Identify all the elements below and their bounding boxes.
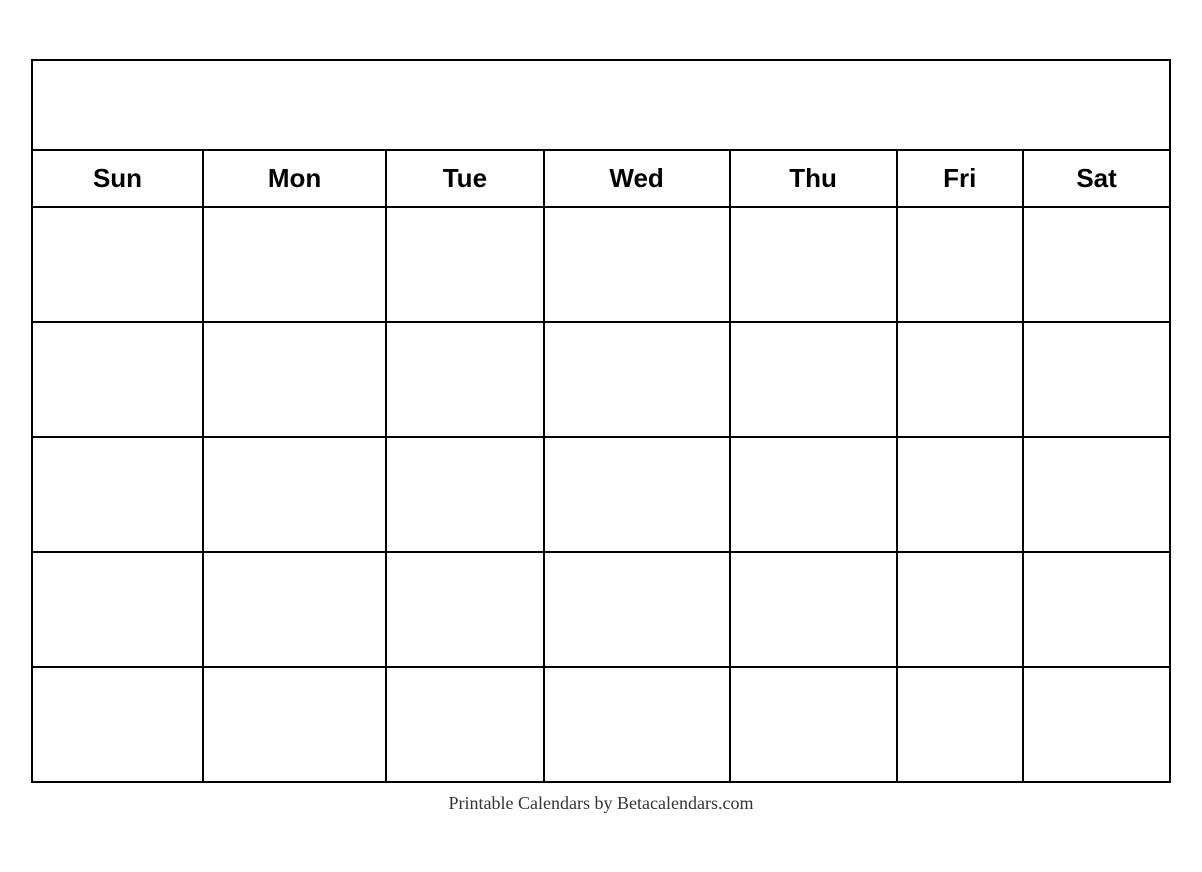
day-cell[interactable] <box>32 437 203 552</box>
day-cell[interactable] <box>1023 207 1170 322</box>
header-fri: Fri <box>897 150 1024 207</box>
day-cell[interactable] <box>32 207 203 322</box>
day-cell[interactable] <box>386 667 544 782</box>
day-cell[interactable] <box>544 207 730 322</box>
table-row <box>32 552 1170 667</box>
day-header-row: Sun Mon Tue Wed Thu Fri Sat <box>32 150 1170 207</box>
day-cell[interactable] <box>203 552 386 667</box>
day-cell[interactable] <box>203 322 386 437</box>
table-row <box>32 667 1170 782</box>
day-cell[interactable] <box>386 207 544 322</box>
calendar-table: Sun Mon Tue Wed Thu Fri Sat <box>31 59 1171 783</box>
header-thu: Thu <box>730 150 897 207</box>
day-cell[interactable] <box>544 667 730 782</box>
calendar-wrapper: Sun Mon Tue Wed Thu Fri Sat <box>31 59 1171 814</box>
day-cell[interactable] <box>544 552 730 667</box>
header-tue: Tue <box>386 150 544 207</box>
day-cell[interactable] <box>730 437 897 552</box>
table-row <box>32 207 1170 322</box>
day-cell[interactable] <box>386 437 544 552</box>
day-cell[interactable] <box>32 552 203 667</box>
day-cell[interactable] <box>897 322 1024 437</box>
header-sat: Sat <box>1023 150 1170 207</box>
day-cell[interactable] <box>32 667 203 782</box>
day-cell[interactable] <box>1023 552 1170 667</box>
day-cell[interactable] <box>1023 437 1170 552</box>
table-row <box>32 437 1170 552</box>
day-cell[interactable] <box>1023 322 1170 437</box>
footer-text: Printable Calendars by Betacalendars.com <box>31 793 1171 814</box>
day-cell[interactable] <box>897 667 1024 782</box>
day-cell[interactable] <box>386 552 544 667</box>
day-cell[interactable] <box>730 667 897 782</box>
day-cell[interactable] <box>897 437 1024 552</box>
title-row <box>32 60 1170 150</box>
table-row <box>32 322 1170 437</box>
day-cell[interactable] <box>203 207 386 322</box>
day-cell[interactable] <box>386 322 544 437</box>
header-mon: Mon <box>203 150 386 207</box>
day-cell[interactable] <box>730 552 897 667</box>
calendar-body <box>32 207 1170 782</box>
day-cell[interactable] <box>32 322 203 437</box>
header-wed: Wed <box>544 150 730 207</box>
day-cell[interactable] <box>897 207 1024 322</box>
day-cell[interactable] <box>544 437 730 552</box>
day-cell[interactable] <box>730 207 897 322</box>
day-cell[interactable] <box>203 667 386 782</box>
day-cell[interactable] <box>730 322 897 437</box>
day-cell[interactable] <box>544 322 730 437</box>
day-cell[interactable] <box>1023 667 1170 782</box>
day-cell[interactable] <box>203 437 386 552</box>
calendar-title-cell <box>32 60 1170 150</box>
day-cell[interactable] <box>897 552 1024 667</box>
header-sun: Sun <box>32 150 203 207</box>
